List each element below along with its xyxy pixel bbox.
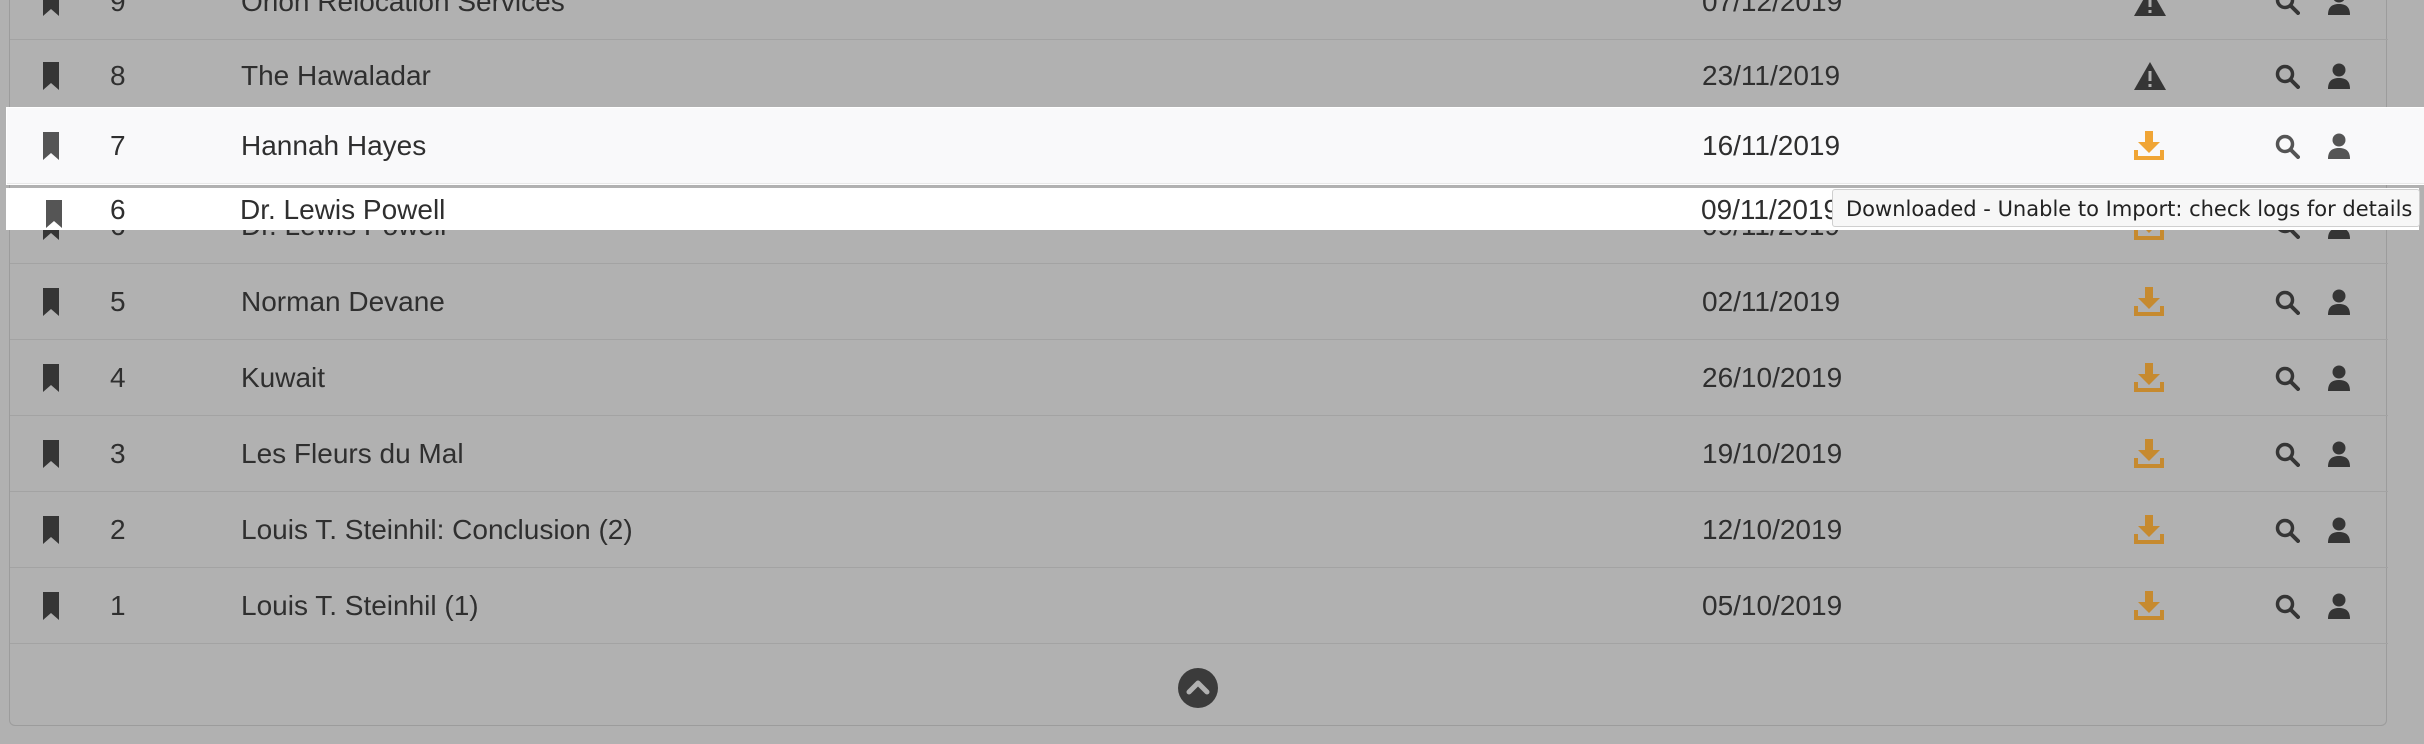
search-icon[interactable] <box>2274 568 2314 643</box>
issue-title-overlay: Dr. Lewis Powell <box>240 194 446 225</box>
issue-number: 8 <box>110 60 126 91</box>
download-icon[interactable] <box>2133 108 2173 183</box>
user-icon[interactable] <box>2327 108 2367 183</box>
issue-number: 1 <box>110 590 126 621</box>
download-icon[interactable] <box>2133 340 2173 415</box>
issue-date-overlay: 09/11/2019 <box>1701 194 1840 225</box>
download-icon[interactable] <box>2133 492 2173 567</box>
user-icon[interactable] <box>2327 0 2367 39</box>
issue-title[interactable]: Louis T. Steinhil (1) <box>241 568 1641 643</box>
issue-title[interactable]: The Hawaladar <box>241 38 1641 113</box>
warning-icon[interactable] <box>2133 38 2173 113</box>
bookmark-icon[interactable] <box>41 416 71 491</box>
issue-date: 07/12/2019 <box>1702 0 1843 17</box>
issue-number: 3 <box>110 438 126 469</box>
search-icon[interactable] <box>2274 264 2314 339</box>
bookmark-icon[interactable] <box>41 108 71 183</box>
bookmark-icon[interactable] <box>41 340 71 415</box>
issue-number-overlay: 6 <box>110 194 126 225</box>
search-icon[interactable] <box>2274 0 2314 39</box>
bookmark-icon <box>46 200 62 228</box>
bookmark-icon[interactable] <box>41 0 71 39</box>
issue-date: 05/10/2019 <box>1702 590 1843 621</box>
table-row[interactable]: 3 Les Fleurs du Mal 19/10/2019 <box>10 416 2388 492</box>
issue-title[interactable]: Orion Relocation Services <box>241 0 1641 39</box>
highlight-overlay-num: 6 <box>44 188 144 230</box>
table-row-highlighted[interactable]: 7 Hannah Hayes 16/11/2019 <box>7 108 2424 184</box>
user-icon[interactable] <box>2327 416 2367 491</box>
scroll-top-button[interactable] <box>1178 668 1218 708</box>
issue-number: 7 <box>110 130 126 161</box>
download-icon[interactable] <box>2133 568 2173 643</box>
issue-title[interactable]: Louis T. Steinhil: Conclusion (2) <box>241 492 1641 567</box>
table-row[interactable]: 5 Norman Devane 02/11/2019 <box>10 264 2388 340</box>
issue-date: 23/11/2019 <box>1702 60 1841 91</box>
table-row[interactable]: 9 Orion Relocation Services 07/12/2019 <box>10 0 2388 40</box>
download-icon[interactable] <box>2133 264 2173 339</box>
issue-date: 26/10/2019 <box>1702 362 1843 393</box>
search-icon[interactable] <box>2274 492 2314 567</box>
issue-title[interactable]: Norman Devane <box>241 264 1641 339</box>
bookmark-icon[interactable] <box>41 38 71 113</box>
download-icon[interactable] <box>2133 416 2173 491</box>
issue-number: 9 <box>110 0 126 17</box>
issue-date: 16/11/2019 <box>1702 130 1841 161</box>
table-row[interactable]: 8 The Hawaladar 23/11/2019 <box>10 38 2388 114</box>
highlight-overlay-text: Dr. Lewis Powell 09/11/2019 <box>240 188 1840 230</box>
bookmark-icon[interactable] <box>41 568 71 643</box>
issue-date: 02/11/2019 <box>1702 286 1841 317</box>
user-icon[interactable] <box>2327 568 2367 643</box>
issue-date: 12/10/2019 <box>1702 514 1843 545</box>
search-icon[interactable] <box>2274 416 2314 491</box>
bookmark-icon[interactable] <box>41 492 71 567</box>
warning-icon[interactable] <box>2133 0 2173 39</box>
user-icon[interactable] <box>2327 492 2367 567</box>
table-row[interactable]: 2 Louis T. Steinhil: Conclusion (2) 12/1… <box>10 492 2388 568</box>
status-tooltip: Downloaded - Unable to Import: check log… <box>1832 189 2420 227</box>
issue-title[interactable]: Kuwait <box>241 340 1641 415</box>
user-icon[interactable] <box>2327 340 2367 415</box>
user-icon[interactable] <box>2327 38 2367 113</box>
table-row[interactable]: 1 Louis T. Steinhil (1) 05/10/2019 <box>10 568 2388 644</box>
issue-number: 5 <box>110 286 126 317</box>
issues-table: 9 Orion Relocation Services 07/12/2019 8… <box>7 0 2424 726</box>
bookmark-icon[interactable] <box>41 264 71 339</box>
issue-number: 4 <box>110 362 126 393</box>
user-icon[interactable] <box>2327 264 2367 339</box>
issue-date: 19/10/2019 <box>1702 438 1843 469</box>
chevron-up-icon <box>1186 680 1210 695</box>
issue-title[interactable]: Les Fleurs du Mal <box>241 416 1641 491</box>
issue-number: 2 <box>110 514 126 545</box>
table-row[interactable]: 4 Kuwait 26/10/2019 <box>10 340 2388 416</box>
search-icon[interactable] <box>2274 340 2314 415</box>
search-icon[interactable] <box>2274 38 2314 113</box>
search-icon[interactable] <box>2274 108 2314 183</box>
issue-title[interactable]: Hannah Hayes <box>241 108 1641 183</box>
